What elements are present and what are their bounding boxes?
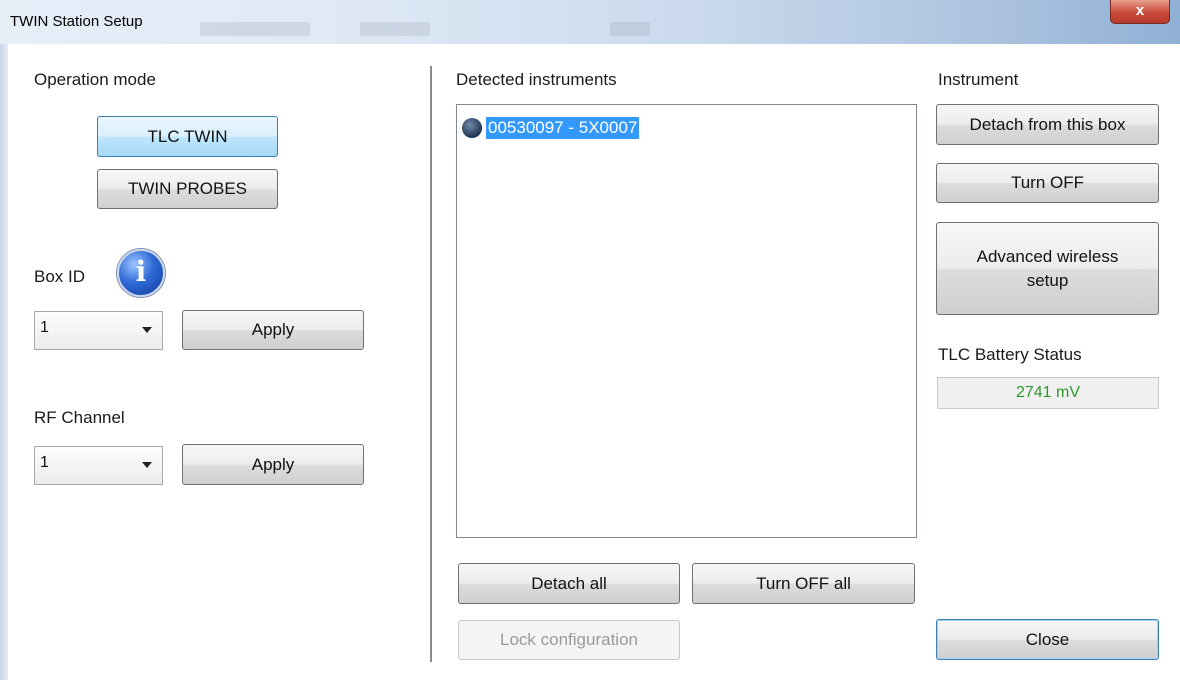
title-bar-blur <box>200 22 310 36</box>
rf-channel-label: RF Channel <box>34 408 125 427</box>
box-id-apply-button[interactable]: Apply <box>182 310 364 350</box>
window-close-button[interactable]: x <box>1110 0 1170 24</box>
chevron-down-icon <box>142 462 152 468</box>
rf-channel-value: 1 <box>40 454 49 471</box>
detected-instruments-label: Detected instruments <box>456 70 617 89</box>
turn-off-button[interactable]: Turn OFF <box>936 163 1159 203</box>
title-bar-blur <box>360 22 430 36</box>
operation-mode-label: Operation mode <box>34 70 156 89</box>
instrument-label: Instrument <box>938 70 1019 89</box>
turn-off-all-button[interactable]: Turn OFF all <box>692 563 915 604</box>
detected-instruments-list[interactable]: 00530097 - 5X0007 <box>456 104 917 538</box>
instrument-icon <box>462 118 482 138</box>
battery-status-label: TLC Battery Status <box>938 345 1082 364</box>
box-id-value: 1 <box>40 319 49 336</box>
title-bar-blur <box>610 22 650 36</box>
column-divider <box>430 66 432 662</box>
window-frame <box>0 44 8 680</box>
twin-station-setup-window: TWIN Station Setup x Operation mode TLC … <box>0 0 1180 680</box>
rf-channel-dropdown[interactable]: 1 <box>34 446 163 485</box>
twin-probes-button[interactable]: TWIN PROBES <box>97 169 278 209</box>
list-item[interactable]: 00530097 - 5X0007 <box>462 117 640 139</box>
close-button[interactable]: Close <box>936 619 1159 660</box>
advanced-wireless-setup-button[interactable]: Advanced wireless setup <box>936 222 1159 315</box>
info-icon[interactable]: i <box>117 249 165 297</box>
battery-status-value: 2741 mV <box>937 377 1159 409</box>
close-icon: x <box>1135 2 1145 19</box>
tlc-twin-button[interactable]: TLC TWIN <box>97 116 278 157</box>
instrument-id: 00530097 - 5X0007 <box>486 117 640 139</box>
chevron-down-icon <box>142 327 152 333</box>
rf-channel-apply-button[interactable]: Apply <box>182 444 364 485</box>
box-id-dropdown[interactable]: 1 <box>34 311 163 350</box>
title-bar[interactable]: TWIN Station Setup x <box>0 0 1180 44</box>
detach-from-box-button[interactable]: Detach from this box <box>936 104 1159 145</box>
window-title: TWIN Station Setup <box>10 13 143 30</box>
box-id-label: Box ID <box>34 267 86 286</box>
lock-configuration-button[interactable]: Lock configuration <box>458 620 680 660</box>
detach-all-button[interactable]: Detach all <box>458 563 680 604</box>
